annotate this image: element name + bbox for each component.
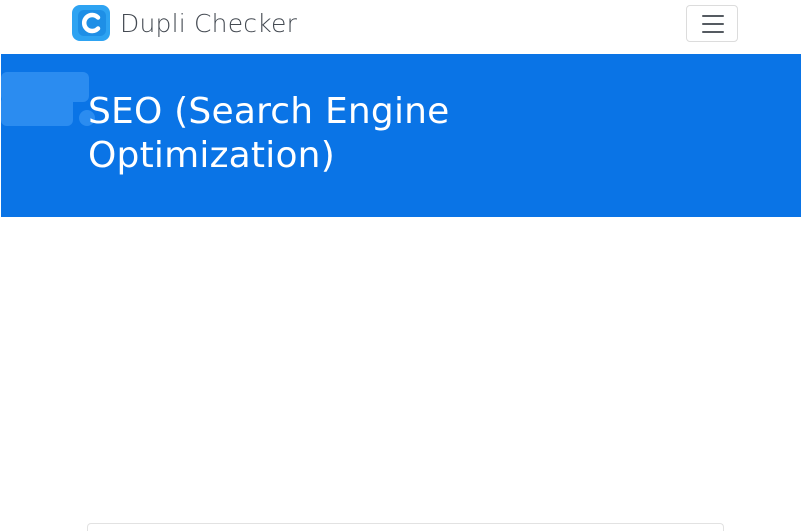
brand-name: Dupli Checker: [120, 8, 298, 38]
hamburger-menu-icon: [702, 15, 724, 33]
menu-toggle-button[interactable]: [686, 5, 738, 42]
page-title: SEO (Search Engine Optimization): [88, 91, 450, 176]
decorative-shape: [1, 72, 95, 126]
navbar: Dupli Checker: [0, 0, 801, 54]
main-content: [0, 217, 801, 531]
brand-link[interactable]: Dupli Checker: [72, 4, 297, 42]
page: Dupli Checker SEO (Search Engine Optimiz…: [0, 0, 801, 531]
duplichecker-logo-icon: [72, 5, 110, 41]
content-card: [87, 523, 724, 531]
hero-banner: SEO (Search Engine Optimization): [1, 54, 801, 217]
